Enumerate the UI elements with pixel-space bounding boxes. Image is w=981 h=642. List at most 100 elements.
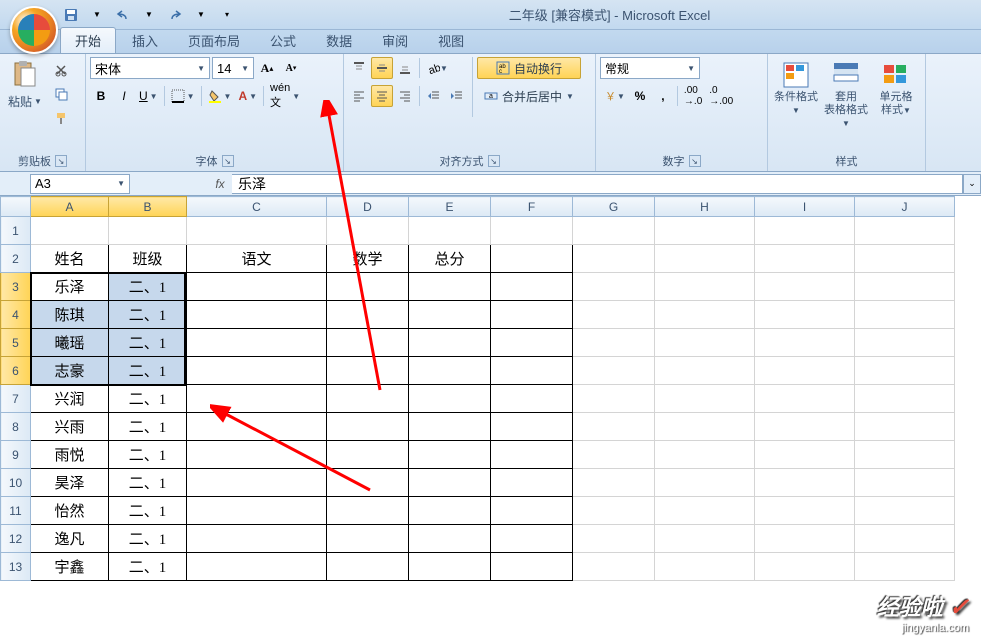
- merge-center-button[interactable]: a合并后居中▼: [477, 85, 581, 107]
- bold-button[interactable]: B: [90, 85, 112, 107]
- comma-icon[interactable]: ,: [652, 85, 674, 107]
- cell[interactable]: [655, 413, 755, 441]
- cell[interactable]: [655, 217, 755, 245]
- cell[interactable]: [855, 301, 955, 329]
- cell[interactable]: [573, 301, 655, 329]
- cell[interactable]: [655, 441, 755, 469]
- cell[interactable]: [855, 273, 955, 301]
- italic-button[interactable]: I: [113, 85, 135, 107]
- cell[interactable]: [327, 469, 409, 497]
- cell[interactable]: [491, 273, 573, 301]
- cell[interactable]: [491, 385, 573, 413]
- cell[interactable]: [187, 385, 327, 413]
- row-head-4[interactable]: 4: [1, 301, 31, 329]
- qat-dropdown-icon[interactable]: ▼: [86, 4, 108, 26]
- cell[interactable]: [573, 469, 655, 497]
- percent-icon[interactable]: %: [629, 85, 651, 107]
- cell[interactable]: [491, 217, 573, 245]
- cell[interactable]: [655, 385, 755, 413]
- redo-icon[interactable]: [164, 4, 186, 26]
- table-format-button[interactable]: 套用 表格格式▼: [822, 57, 870, 133]
- font-color-button[interactable]: A▼: [235, 85, 260, 107]
- cell[interactable]: [755, 301, 855, 329]
- cell-style-button[interactable]: 单元格 样式▼: [872, 57, 920, 119]
- cell[interactable]: [187, 525, 327, 553]
- decrease-indent-icon[interactable]: [423, 85, 445, 107]
- cell[interactable]: [755, 217, 855, 245]
- col-head-I[interactable]: I: [755, 197, 855, 217]
- grow-font-icon[interactable]: A▴: [256, 57, 278, 79]
- cell[interactable]: [327, 385, 409, 413]
- increase-decimal-icon[interactable]: .00→.0: [681, 85, 705, 107]
- cell[interactable]: [855, 553, 955, 581]
- cell[interactable]: [855, 441, 955, 469]
- cell[interactable]: [187, 301, 327, 329]
- cell[interactable]: [655, 497, 755, 525]
- cell[interactable]: 二、1: [109, 525, 187, 553]
- cell[interactable]: [327, 553, 409, 581]
- number-format-combo[interactable]: 常规▼: [600, 57, 700, 79]
- cell[interactable]: 总分: [409, 245, 491, 273]
- increase-indent-icon[interactable]: [446, 85, 468, 107]
- cell[interactable]: 二、1: [109, 357, 187, 385]
- cell[interactable]: [573, 245, 655, 273]
- clipboard-launcher[interactable]: ↘: [55, 155, 67, 167]
- select-all-corner[interactable]: [1, 197, 31, 217]
- cell[interactable]: [855, 525, 955, 553]
- cell[interactable]: 二、1: [109, 497, 187, 525]
- decrease-decimal-icon[interactable]: .0→.00: [706, 85, 736, 107]
- row-head-8[interactable]: 8: [1, 413, 31, 441]
- cell[interactable]: 曦瑶: [31, 329, 109, 357]
- number-launcher[interactable]: ↘: [689, 155, 701, 167]
- cell[interactable]: [327, 273, 409, 301]
- cell[interactable]: [491, 497, 573, 525]
- col-head-A[interactable]: A: [31, 197, 109, 217]
- row-head-10[interactable]: 10: [1, 469, 31, 497]
- cell[interactable]: [855, 245, 955, 273]
- cell[interactable]: [187, 357, 327, 385]
- cell[interactable]: [855, 329, 955, 357]
- cell[interactable]: [655, 553, 755, 581]
- cell[interactable]: [327, 497, 409, 525]
- cell[interactable]: 雨悦: [31, 441, 109, 469]
- cut-icon[interactable]: [50, 59, 72, 81]
- format-painter-icon[interactable]: [50, 107, 72, 129]
- cell[interactable]: [755, 441, 855, 469]
- row-head-7[interactable]: 7: [1, 385, 31, 413]
- align-launcher[interactable]: ↘: [488, 155, 500, 167]
- cell[interactable]: [755, 553, 855, 581]
- underline-button[interactable]: U▼: [136, 85, 161, 107]
- row-head-11[interactable]: 11: [1, 497, 31, 525]
- cell[interactable]: [491, 553, 573, 581]
- align-top-icon[interactable]: [348, 57, 370, 79]
- cell[interactable]: 逸凡: [31, 525, 109, 553]
- tab-home[interactable]: 开始: [60, 27, 116, 53]
- cell[interactable]: [655, 273, 755, 301]
- cell[interactable]: [755, 413, 855, 441]
- cell[interactable]: [573, 441, 655, 469]
- paste-button[interactable]: 粘贴▼: [4, 57, 46, 112]
- cell[interactable]: [327, 525, 409, 553]
- tab-insert[interactable]: 插入: [118, 28, 172, 53]
- cell[interactable]: [855, 385, 955, 413]
- row-head-5[interactable]: 5: [1, 329, 31, 357]
- cell[interactable]: 二、1: [109, 413, 187, 441]
- formula-expand-icon[interactable]: ⌄: [963, 174, 981, 194]
- cell[interactable]: [187, 217, 327, 245]
- cell[interactable]: [327, 357, 409, 385]
- cell[interactable]: [573, 413, 655, 441]
- qat-customize-icon[interactable]: ▾: [216, 4, 238, 26]
- undo-dropdown-icon[interactable]: ▼: [138, 4, 160, 26]
- cell[interactable]: [409, 553, 491, 581]
- cell[interactable]: [327, 329, 409, 357]
- font-size-combo[interactable]: 14▼: [212, 57, 254, 79]
- cell[interactable]: 班级: [109, 245, 187, 273]
- cell[interactable]: [327, 441, 409, 469]
- cell[interactable]: [327, 301, 409, 329]
- cell[interactable]: [187, 553, 327, 581]
- cell[interactable]: [573, 273, 655, 301]
- cell[interactable]: 兴润: [31, 385, 109, 413]
- cell[interactable]: [573, 553, 655, 581]
- cell[interactable]: [409, 301, 491, 329]
- cell[interactable]: 二、1: [109, 329, 187, 357]
